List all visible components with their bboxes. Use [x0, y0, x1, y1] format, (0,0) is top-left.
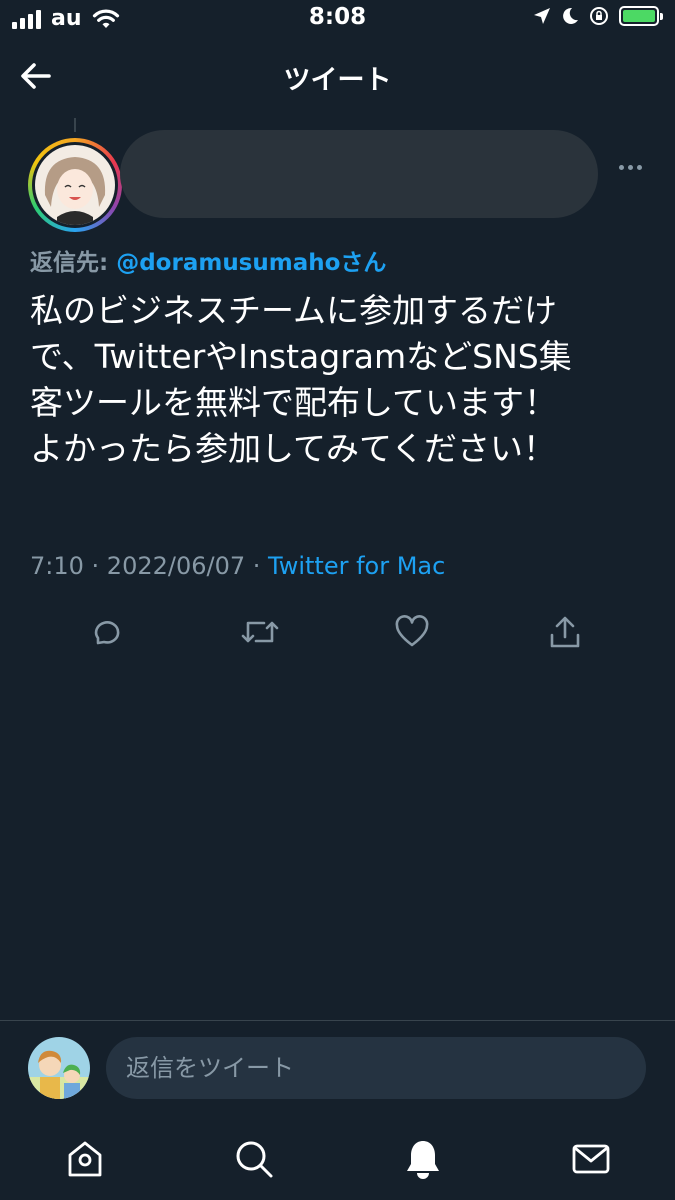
reply-input[interactable] [106, 1037, 646, 1099]
more-options-button[interactable] [612, 152, 648, 182]
tweet-detail-screen: au 8:08 ツイート 返信先: @doramusumahoさん 私のビジネス… [0, 0, 675, 1200]
tab-search[interactable] [230, 1135, 278, 1183]
page-title: ツイート [283, 65, 392, 96]
reply-to-label: 返信先: [30, 250, 109, 276]
reply-icon [94, 621, 120, 645]
tweet-text: 私のビジネスチームに参加するだけ で、TwitterやInstagramなどSN… [30, 288, 655, 472]
bottom-tab-bar [0, 1115, 675, 1200]
author-name-redacted [120, 130, 598, 218]
battery-charging-icon [619, 6, 663, 26]
search-icon [236, 1141, 273, 1178]
reply-to-handle-link[interactable]: @doramusumaho [116, 250, 340, 276]
home-icon [68, 1141, 102, 1177]
tweet-source-link[interactable]: Twitter for Mac [268, 552, 445, 580]
share-icon [550, 616, 580, 648]
tweet-text-line: 私のビジネスチームに参加するだけ [30, 291, 558, 330]
reply-button[interactable] [84, 610, 128, 654]
tab-messages[interactable] [567, 1135, 615, 1183]
tab-home[interactable] [61, 1135, 109, 1183]
like-icon [395, 615, 429, 647]
do-not-disturb-moon-icon [563, 7, 578, 24]
retweet-icon [241, 621, 279, 643]
tweet-time: 7:10 [30, 552, 84, 580]
tab-notifications[interactable] [399, 1135, 447, 1183]
messages-icon [572, 1144, 610, 1174]
meta-separator: · [245, 552, 269, 580]
current-user-avatar[interactable] [28, 1037, 90, 1099]
retweet-button[interactable] [238, 610, 282, 654]
share-button[interactable] [543, 610, 587, 654]
thread-connector-line [74, 118, 76, 132]
tweet-text-line: で、TwitterやInstagramなどSNS集 [30, 337, 572, 376]
tweet-actions-bar [0, 610, 675, 654]
author-avatar[interactable] [28, 138, 122, 232]
status-bar: au 8:08 [0, 0, 675, 40]
location-arrow-icon [534, 8, 550, 24]
notifications-icon [407, 1141, 439, 1179]
reply-to-suffix: さん [340, 250, 387, 276]
like-button[interactable] [390, 610, 434, 654]
top-navigation-bar: ツイート [0, 48, 675, 104]
tweet-metadata: 7:10 · 2022/06/07 · Twitter for Mac [30, 552, 445, 580]
tweet-text-line: 客ツールを無料で配布しています！ [30, 383, 558, 422]
tweet-date: 2022/06/07 [106, 552, 246, 580]
reply-composer-bar [0, 1020, 675, 1115]
tweet-text-line: よかったら参加してみてください！ [30, 429, 557, 468]
meta-separator: · [83, 552, 107, 580]
rotation-lock-icon [590, 7, 608, 25]
reply-to-line: 返信先: @doramusumahoさん [30, 243, 386, 277]
